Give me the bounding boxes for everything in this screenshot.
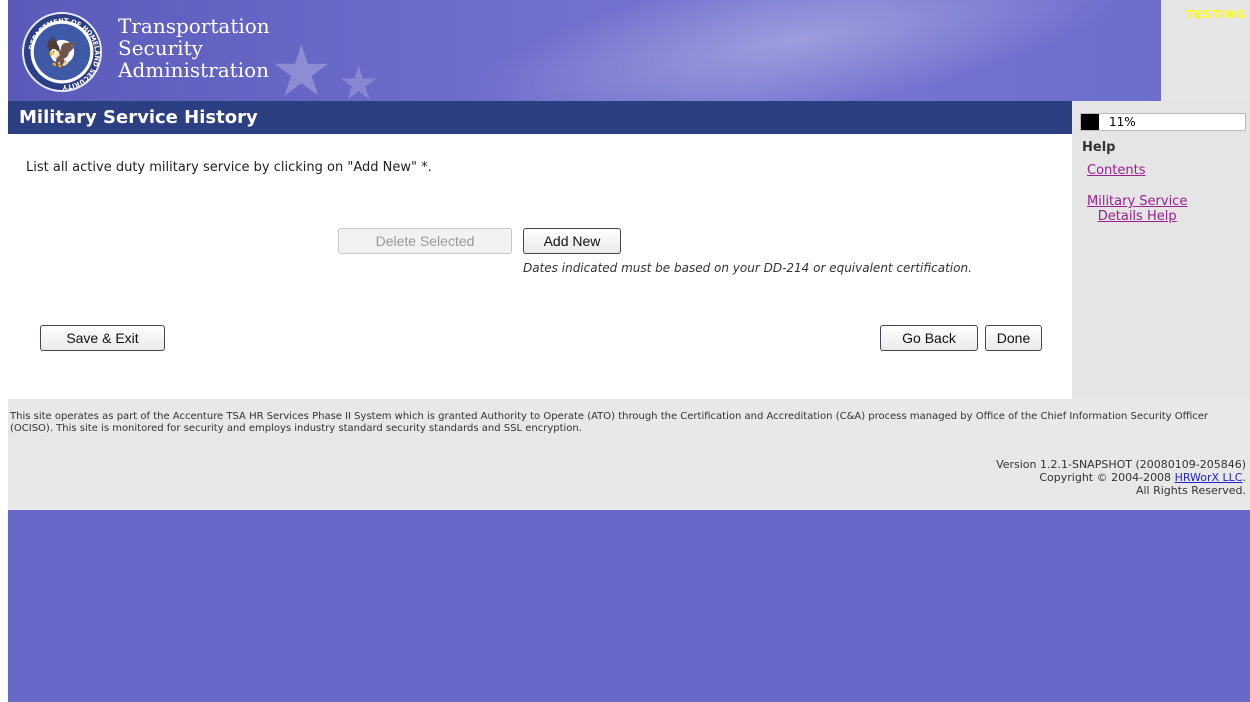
save-exit-button[interactable]: Save & Exit <box>40 325 165 351</box>
agency-name-line: Transportation <box>118 14 270 38</box>
page-frame: ★ ★ DEPARTMENT OF HOMELAND SECURITY 🦅 Tr… <box>8 0 1250 702</box>
header-star-decoration: ★ <box>270 30 333 101</box>
instructions-text: List all active duty military service by… <box>26 160 432 175</box>
version-text: Version 1.2.1-SNAPSHOT (20080109-205846) <box>996 458 1246 471</box>
version-info: Version 1.2.1-SNAPSHOT (20080109-205846)… <box>996 458 1246 497</box>
rights-text: All Rights Reserved. <box>1135 484 1246 497</box>
delete-selected-button[interactable]: Delete Selected <box>338 228 512 254</box>
dd214-note: Dates indicated must be based on your DD… <box>523 261 972 275</box>
header-star-decoration: ★ <box>338 56 380 101</box>
help-link-line: Military Service <box>1087 194 1188 209</box>
environment-label: TESTING <box>1186 8 1246 21</box>
progress-bar: 11% <box>1080 113 1246 131</box>
copyright-suffix: . <box>1242 471 1247 484</box>
dhs-seal-logo: DEPARTMENT OF HOMELAND SECURITY 🦅 <box>22 12 102 92</box>
main-content: List all active duty military service by… <box>8 134 1072 399</box>
done-button[interactable]: Done <box>985 325 1042 351</box>
environment-box: TESTING <box>1161 0 1250 101</box>
help-link-military-service-details[interactable]: Military Service Details Help <box>1087 194 1187 224</box>
go-back-button[interactable]: Go Back <box>880 325 978 351</box>
progress-fill <box>1081 114 1099 130</box>
page-title-bar: Military Service History <box>8 101 1072 134</box>
site-footer: This site operates as part of the Accent… <box>8 399 1250 510</box>
company-link[interactable]: HRWorX LLC <box>1175 471 1243 484</box>
help-link-contents[interactable]: Contents <box>1087 163 1145 178</box>
help-heading: Help <box>1082 140 1116 155</box>
progress-label: 11% <box>1109 115 1136 129</box>
agency-name-line: Security <box>118 36 203 60</box>
copyright-prefix: Copyright © 2004-2008 <box>1039 471 1175 484</box>
agency-name-line: Administration <box>118 58 270 82</box>
site-header: ★ ★ DEPARTMENT OF HOMELAND SECURITY 🦅 Tr… <box>8 0 1250 101</box>
footer-notice: This site operates as part of the Accent… <box>10 411 1209 434</box>
copyright-text: Copyright © 2004-2008 HRWorX LLC. <box>996 471 1246 484</box>
header-light-streak <box>429 0 1167 101</box>
eagle-icon: 🦅 <box>44 35 80 69</box>
add-new-button[interactable]: Add New <box>523 228 621 254</box>
page-title: Military Service History <box>19 107 258 128</box>
help-link-line: Details Help <box>1097 209 1177 224</box>
agency-name: Transportation Security Administration <box>118 15 270 81</box>
